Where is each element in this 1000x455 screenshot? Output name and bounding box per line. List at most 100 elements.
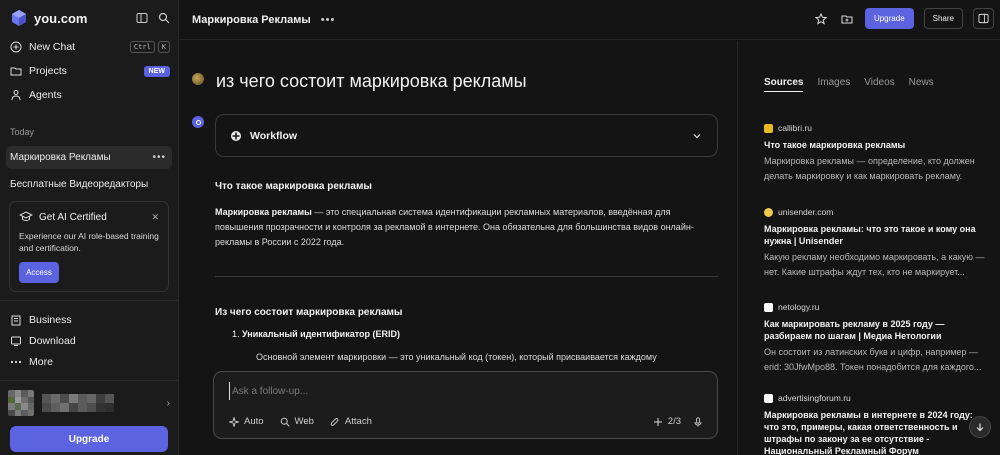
section-label-today: Today [10,127,35,137]
source-snippet: Он состоит из латинских букв и цифр, нап… [764,347,982,372]
source-snippet: Какую рекламу необходимо маркировать, а … [764,252,985,277]
tab-images[interactable]: Images [817,77,850,92]
chevron-right-icon: › [166,397,170,409]
chat-options-icon[interactable]: ••• [152,152,166,163]
search-icon[interactable] [158,12,170,24]
source-card[interactable]: advertisingforum.ru Маркировка рекламы в… [764,393,989,455]
business-icon [10,314,22,326]
divider [215,276,718,277]
sidebar-upgrade-button[interactable]: Upgrade [10,426,168,452]
favicon-icon [764,207,773,217]
answer-heading: Что такое маркировка рекламы [215,181,372,192]
you-logo-icon[interactable] [10,9,28,27]
source-title: Как маркировать рекламу в 2025 году — ра… [764,319,945,341]
source-domain: netology.ru [778,302,820,312]
agents-button[interactable]: Agents [10,83,170,107]
scroll-down-button[interactable] [969,416,991,438]
download-label: Download [29,334,76,347]
sidebar-top-bar: you.com [10,8,170,28]
source-domain: unisender.com [778,207,834,217]
list-number: 1. [232,329,240,339]
secondary-nav: Business Download More [10,309,170,372]
user-question: из чего состоит маркировка рекламы [216,71,527,91]
collapse-sidebar-icon[interactable] [136,12,148,24]
chat-item-label: Маркировка Рекламы [10,152,111,163]
title-options-icon[interactable]: ••• [321,14,336,26]
more-icon [10,356,22,368]
tab-news[interactable]: News [909,77,934,92]
sidebar: you.com New Chat Ctrl K Projects NEW Age… [0,0,179,455]
web-label: Web [294,416,314,427]
source-card[interactable]: callibri.ru Что такое маркировка рекламы… [764,123,989,184]
header-upgrade-button[interactable]: Upgrade [864,8,914,29]
business-button[interactable]: Business [10,309,170,330]
close-icon[interactable]: ✕ [151,212,159,223]
counter-indicator[interactable]: 2/3 [653,416,681,427]
follow-up-input[interactable] [229,382,699,400]
promo-text: Experience our AI role-based training an… [19,231,159,253]
assistant-avatar [192,116,204,128]
source-card[interactable]: netology.ru Как маркировать рекламу в 20… [764,302,989,375]
ai-certified-promo: Get AI Certified ✕ Experience our AI rol… [9,201,169,292]
avatar [8,390,34,416]
follow-up-composer: Auto Web Attach 2/3 [213,371,718,439]
add-to-folder-icon[interactable] [839,11,855,27]
microphone-icon[interactable] [693,416,703,427]
share-button[interactable]: Share [923,8,963,29]
projects-button[interactable]: Projects NEW [10,59,170,83]
access-button[interactable]: Access [19,262,59,283]
source-card[interactable]: unisender.com Маркировка рекламы: что эт… [764,207,989,280]
plus-circle-icon [10,41,22,53]
workflow-accordion[interactable]: Workflow [215,114,718,157]
sources-panel: Sources Images Videos News callibri.ru Ч… [737,41,1000,455]
shortcut-key-ctrl: Ctrl [129,41,155,53]
workflow-label: Workflow [250,129,298,142]
source-title: Маркировка рекламы: что это такое и кому… [764,224,976,246]
source-domain: advertisingforum.ru [778,393,851,403]
answer-paragraph: Маркировка рекламы — это специальная сис… [215,205,720,250]
download-button[interactable]: Download [10,330,170,351]
workflow-icon [231,130,241,141]
source-title: Что такое маркировка рекламы [764,140,906,150]
favicon-icon [764,393,773,403]
sources-tabs: Sources Images Videos News [764,77,934,92]
business-label: Business [29,313,72,326]
new-chat-button[interactable]: New Chat Ctrl K [10,35,170,59]
chat-item-active[interactable]: Маркировка Рекламы ••• [6,146,172,169]
counter-label: 2/3 [667,416,681,427]
chat-item[interactable]: Бесплатные Видеоредакторы [6,173,172,196]
chat-item-label: Бесплатные Видеоредакторы [10,179,149,190]
user-avatar [192,73,204,85]
more-button[interactable]: More [10,351,170,372]
source-title: Маркировка рекламы в интернете в 2024 го… [764,410,973,455]
tab-sources[interactable]: Sources [764,77,804,92]
new-chat-shortcut: Ctrl K [129,41,170,53]
para-bold-term: Маркировка рекламы [215,207,312,217]
source-snippet: Маркировка рекламы — определение, кто до… [764,156,975,181]
toggle-panel-icon[interactable] [973,8,994,29]
shortcut-key-k: K [157,41,170,53]
projects-label: Projects [29,65,67,77]
web-search-button[interactable]: Web [280,416,314,427]
agents-icon [10,89,22,101]
agents-label: Agents [29,89,62,101]
paperclip-icon [330,417,339,426]
brand-name: you.com [34,10,88,26]
star-icon[interactable] [813,11,829,27]
top-header: Маркировка Рекламы ••• Upgrade Share [180,0,1000,40]
attach-button[interactable]: Attach [330,416,372,427]
promo-title: Get AI Certified [39,211,107,223]
user-profile[interactable]: › [8,388,170,418]
attach-label: Attach [344,416,372,427]
auto-mode-button[interactable]: Auto [229,416,264,427]
favicon-icon [764,302,773,312]
chevron-down-icon[interactable] [692,131,702,141]
favicon-icon [764,123,773,133]
more-label: More [29,355,53,368]
list-item: 1. Уникальный идентификатор (ERID) [232,329,400,339]
download-icon [10,335,22,347]
source-domain: callibri.ru [778,123,813,133]
folder-icon [10,65,22,77]
graduation-cap-icon [19,211,33,221]
tab-videos[interactable]: Videos [864,77,894,92]
